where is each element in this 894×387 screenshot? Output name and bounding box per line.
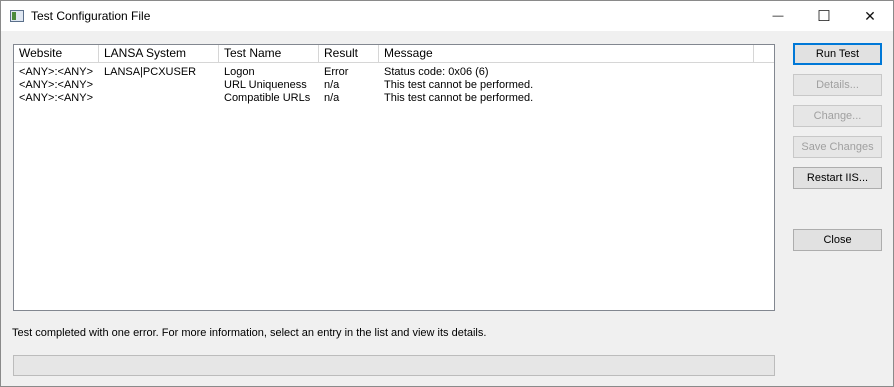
details-button[interactable]: Details...	[793, 74, 882, 96]
maximize-button[interactable]: ☐	[801, 1, 847, 31]
close-window-button[interactable]: ✕	[847, 1, 893, 31]
cell-test-name: Compatible URLs	[224, 92, 311, 104]
table-row[interactable]: <ANY>:<ANY> Compatible URLs n/a This tes…	[14, 92, 774, 105]
cell-website: <ANY>:<ANY>	[19, 79, 93, 91]
cell-message: Status code: 0x06 (6)	[384, 66, 489, 78]
cell-message: This test cannot be performed.	[384, 92, 534, 104]
status-message: Test completed with one error. For more …	[12, 327, 487, 339]
cell-test-name: URL Uniqueness	[224, 79, 307, 91]
window-title: Test Configuration File	[31, 9, 151, 23]
column-header-result[interactable]: Result	[319, 45, 379, 62]
restart-iis-button[interactable]: Restart IIS...	[793, 167, 882, 189]
column-header-test-name[interactable]: Test Name	[219, 45, 319, 62]
cell-lansa-system	[99, 92, 104, 105]
cell-lansa-system	[99, 79, 104, 92]
cell-result: Error	[324, 66, 349, 78]
cell-result: n/a	[324, 92, 340, 104]
close-icon: ✕	[864, 7, 876, 24]
minimize-button[interactable]: —	[755, 1, 801, 31]
table-row[interactable]: <ANY>:<ANY> LANSA|PCXUSER Logon Error St…	[14, 66, 774, 79]
list-header: Website LANSA System Test Name Result Me…	[14, 45, 774, 63]
cell-message: This test cannot be performed.	[384, 79, 534, 91]
save-changes-button[interactable]: Save Changes	[793, 136, 882, 158]
cell-test-name: Logon	[224, 66, 255, 78]
table-row[interactable]: <ANY>:<ANY> URL Uniqueness n/a This test…	[14, 79, 774, 92]
column-header-message[interactable]: Message	[379, 45, 754, 62]
column-header-website[interactable]: Website	[14, 45, 99, 62]
column-header-filler	[754, 45, 774, 62]
cell-website: <ANY>:<ANY>	[19, 92, 93, 104]
change-button[interactable]: Change...	[793, 105, 882, 127]
results-list[interactable]: Website LANSA System Test Name Result Me…	[13, 44, 775, 311]
cell-lansa-system: LANSA|PCXUSER	[104, 66, 197, 78]
minimize-icon: —	[772, 10, 784, 22]
cell-result: n/a	[324, 79, 340, 91]
app-icon	[10, 10, 24, 22]
title-bar[interactable]: Test Configuration File — ☐ ✕	[1, 1, 893, 31]
close-button[interactable]: Close	[793, 229, 882, 251]
column-header-lansa-system[interactable]: LANSA System	[99, 45, 219, 62]
run-test-button[interactable]: Run Test	[793, 43, 882, 65]
maximize-icon: ☐	[817, 8, 831, 25]
progress-bar	[13, 355, 775, 376]
cell-website: <ANY>:<ANY>	[19, 66, 93, 78]
test-configuration-dialog: Test Configuration File — ☐ ✕ Website LA…	[0, 0, 894, 387]
